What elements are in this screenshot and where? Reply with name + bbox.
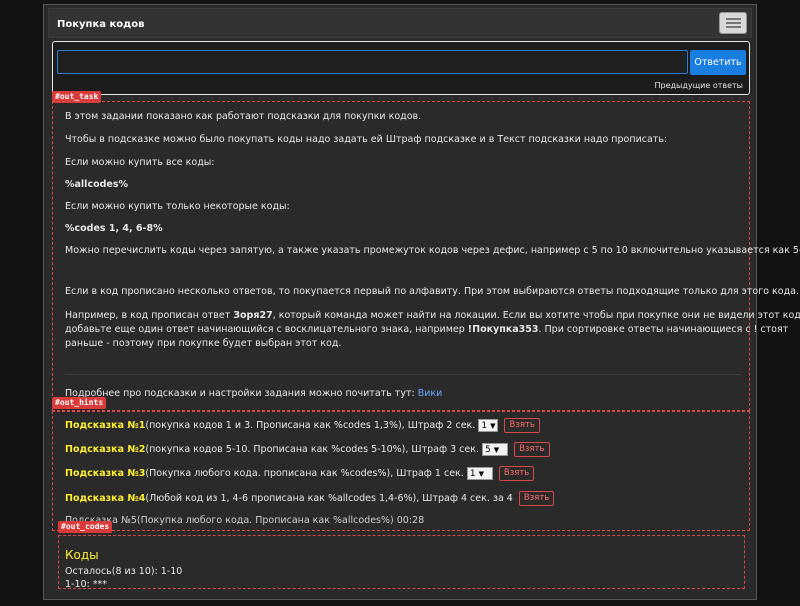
task-section: В этом задании показано как работают под…: [52, 101, 800, 411]
menu-icon[interactable]: [719, 12, 747, 34]
task-footer: Подробнее про подсказки и настройки зада…: [65, 388, 443, 399]
answer-input[interactable]: [57, 50, 688, 74]
submit-button[interactable]: Ответить: [690, 50, 746, 75]
take-hint-button[interactable]: Взять: [518, 491, 555, 506]
hint-row: Подсказка №2(покупка кодов 5-10. Прописа…: [65, 442, 550, 458]
answer-box: Ответить Предыдущие ответы: [52, 41, 750, 95]
top-bar: Покупка кодов: [48, 8, 752, 38]
task-text: Например, в код прописан ответ Зоря27, к…: [65, 310, 800, 321]
take-hint-button[interactable]: Взять: [498, 466, 535, 481]
page-title: Покупка кодов: [57, 19, 145, 30]
hint-select[interactable]: 5 ▼: [482, 443, 509, 456]
task-text: Можно перечислить коды через запятую, а …: [65, 245, 800, 256]
hint-row: Подсказка №4(Любой код из 1, 4-6 прописа…: [65, 491, 555, 507]
codes-section: Коды Осталось(8 из 10): 1-10 1-10: ***: [58, 535, 745, 590]
main-frame: Покупка кодов Ответить Предыдущие ответы…: [43, 4, 800, 600]
codes-remaining: Осталось(8 из 10): 1-10: [65, 566, 183, 577]
task-text: Если в код прописано несколько ответов, …: [65, 286, 800, 297]
wiki-link[interactable]: Вики: [418, 388, 443, 399]
codes-title: Коды: [65, 548, 99, 562]
take-hint-button[interactable]: Взять: [514, 442, 550, 457]
out-hints-tag: #out_hints: [52, 397, 107, 409]
task-text: добавьте еще один ответ начинающийся с в…: [65, 324, 789, 335]
out-codes-tag: #out_codes: [58, 521, 113, 533]
hint-row: Подсказка №1(покупка кодов 1 и 3. Пропис…: [65, 418, 540, 434]
divider: [65, 374, 741, 375]
task-text: В этом задании показано как работают под…: [65, 111, 422, 122]
task-code-sample: %codes 1, 4, 6-8%: [65, 223, 163, 234]
hints-section: Подсказка №1(покупка кодов 1 и 3. Пропис…: [52, 411, 750, 531]
previous-answers-link[interactable]: Предыдущие ответы: [655, 81, 744, 90]
task-text: Если можно купить только некоторые коды:: [65, 201, 290, 212]
task-text: Если можно купить все коды:: [65, 157, 215, 168]
codes-line: 1-10: ***: [65, 579, 108, 590]
task-text: Чтобы в подсказке можно было покупать ко…: [65, 134, 668, 145]
take-hint-button[interactable]: Взять: [504, 418, 540, 433]
task-text: раньше - поэтому при покупке будет выбра…: [65, 338, 342, 349]
hint-select[interactable]: 1 ▼: [466, 467, 493, 480]
hint-row: Подсказка №3(Покупка любого кода. пропис…: [65, 466, 535, 482]
hint-select[interactable]: 1 ▼: [478, 419, 499, 432]
task-code-sample: %allcodes%: [65, 179, 129, 190]
hint-row-used: Подсказка №5(Покупка любого кода. Пропис…: [65, 515, 425, 526]
